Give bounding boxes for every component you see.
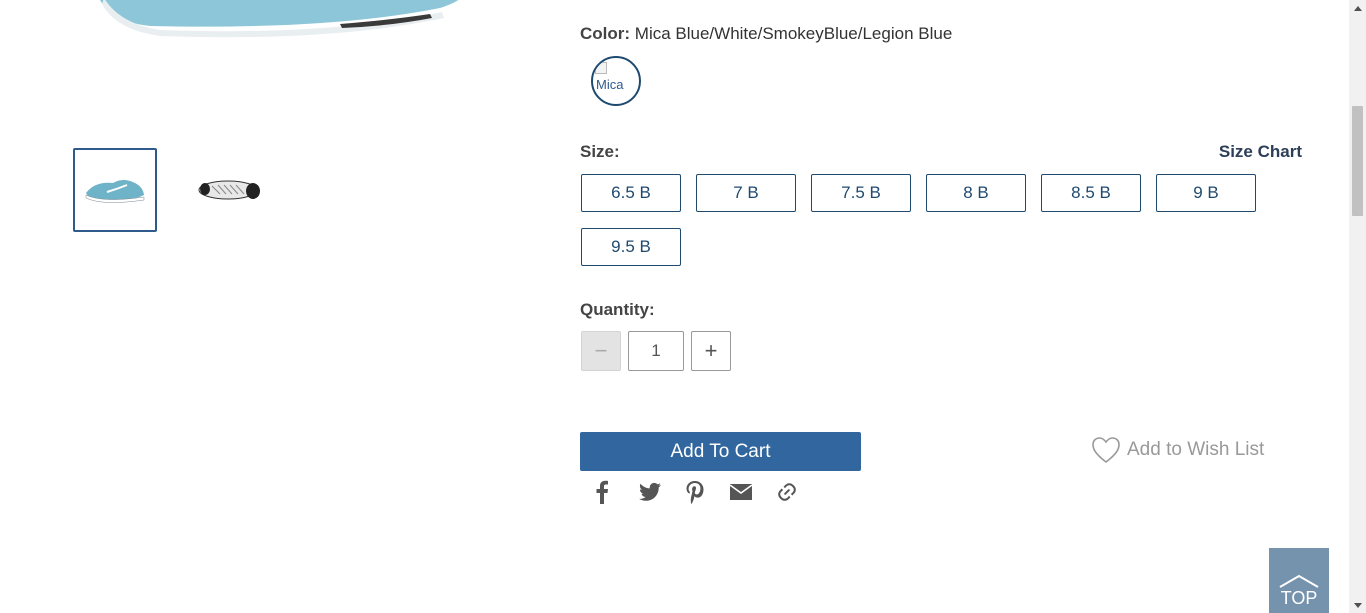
scroll-down-arrow-icon[interactable] [1349,597,1366,613]
size-option[interactable]: 7.5 B [811,174,911,212]
size-option[interactable]: 7 B [696,174,796,212]
pinterest-icon [686,481,704,504]
size-option[interactable]: 9 B [1156,174,1256,212]
size-label: Size: [580,142,620,161]
heart-icon [1092,437,1120,464]
shoe-sole-thumbnail-image [198,180,260,200]
swatch-alt-text: Mica [596,77,624,92]
twitter-icon [639,482,661,501]
size-option[interactable]: 6.5 B [581,174,681,212]
quantity-decrement-button[interactable]: − [581,331,621,371]
scrollbar-thumb[interactable] [1352,106,1363,216]
twitter-share-button[interactable] [636,478,664,506]
email-share-button[interactable] [727,478,755,506]
quantity-input[interactable] [628,331,684,371]
scroll-up-arrow-icon[interactable] [1349,0,1366,16]
color-row: Color: Mica Blue/White/SmokeyBlue/Legion… [580,24,952,44]
link-icon [778,483,796,501]
color-value: Mica Blue/White/SmokeyBlue/Legion Blue [634,24,953,43]
pinterest-share-button[interactable] [681,478,709,506]
wish-list-label: Add to Wish List [1127,439,1265,460]
color-swatch[interactable]: Mica [591,56,641,106]
email-icon [729,484,753,500]
copy-link-button[interactable] [773,478,801,506]
thumbnail-side-view[interactable] [73,148,157,232]
size-option[interactable]: 8 B [926,174,1026,212]
broken-image-icon [595,62,607,74]
page-scrollbar[interactable] [1349,0,1366,613]
facebook-share-button[interactable] [588,478,616,506]
size-option[interactable]: 8.5 B [1041,174,1141,212]
shoe-side-thumbnail-image [85,180,145,203]
back-to-top-button[interactable]: TOP [1269,548,1329,613]
chevron-up-icon [1279,574,1319,588]
facebook-icon [596,480,608,504]
thumbnail-sole-view[interactable] [188,148,272,232]
size-option[interactable]: 9.5 B [581,228,681,266]
add-to-wish-list-button[interactable]: Add to Wish List [1091,436,1264,464]
quantity-increment-button[interactable]: + [691,331,731,371]
product-main-image [90,0,490,40]
quantity-label: Quantity: [580,300,655,319]
color-label: Color: [580,24,631,43]
add-to-cart-button[interactable]: Add To Cart [580,432,861,471]
back-to-top-label: TOP [1280,588,1318,608]
size-chart-link[interactable]: Size Chart [1219,142,1302,162]
